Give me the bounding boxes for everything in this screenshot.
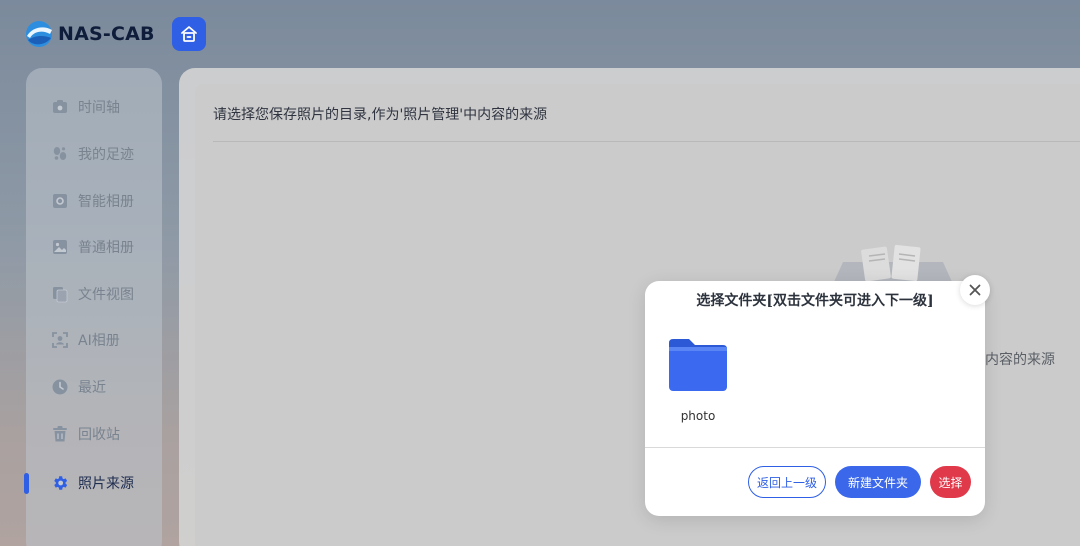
timeline-icon xyxy=(51,98,69,116)
sidebar-item-label: 智能相册 xyxy=(78,194,134,210)
select-button[interactable]: 选择 xyxy=(930,466,971,498)
sidebar-item-ai-album[interactable]: AI相册 xyxy=(26,323,162,357)
sidebar-item-recent[interactable]: 最近 xyxy=(26,370,162,404)
sidebar-item-trash[interactable]: 回收站 xyxy=(26,417,162,451)
divider xyxy=(645,447,985,448)
sidebar-item-timeline[interactable]: 时间轴 xyxy=(26,90,162,124)
page-title: 请选择您保存照片的目录,作为'照片管理'中内容的来源 xyxy=(213,107,548,123)
dialog-title: 选择文件夹[双击文件夹可进入下一级] xyxy=(696,293,934,309)
folder-name: photo xyxy=(680,409,716,423)
nas-cab-logo-icon xyxy=(26,21,52,47)
sidebar-item-file-view[interactable]: 文件视图 xyxy=(26,277,162,311)
clock-icon xyxy=(51,378,69,396)
sidebar-item-label: 回收站 xyxy=(78,427,120,443)
home-button[interactable] xyxy=(172,17,206,51)
gear-icon xyxy=(51,474,69,492)
active-indicator xyxy=(24,473,29,494)
folder-item[interactable]: photo xyxy=(665,337,731,429)
home-icon xyxy=(181,26,197,42)
sidebar-item-normal-album[interactable]: 普通相册 xyxy=(26,230,162,264)
sidebar-item-label: AI相册 xyxy=(78,333,120,349)
sidebar-item-smart-album[interactable]: 智能相册 xyxy=(26,184,162,218)
logo: NAS-CAB xyxy=(24,19,155,49)
sidebar-item-label: 时间轴 xyxy=(78,100,120,116)
file-view-icon xyxy=(51,285,69,303)
sidebar-item-label: 最近 xyxy=(78,380,106,396)
image-icon xyxy=(51,238,69,256)
smart-album-icon xyxy=(51,192,69,210)
sidebar-item-label: 照片来源 xyxy=(78,476,134,492)
sidebar-item-photo-source[interactable]: 照片来源 xyxy=(24,466,162,500)
folder-picker-dialog: 选择文件夹[双击文件夹可进入下一级] photo 返回上一级 新建文件夹 选择 xyxy=(645,275,990,516)
new-folder-button[interactable]: 新建文件夹 xyxy=(835,466,921,498)
logo-text: NAS-CAB xyxy=(58,23,155,45)
back-button[interactable]: 返回上一级 xyxy=(748,466,826,498)
divider xyxy=(213,141,1080,142)
sidebar-item-label: 普通相册 xyxy=(78,240,134,256)
sidebar-item-label: 我的足迹 xyxy=(78,147,134,163)
empty-hint-text: 内容的来源 xyxy=(985,352,1055,368)
trash-icon xyxy=(51,425,69,443)
sidebar-item-label: 文件视图 xyxy=(78,287,134,303)
ai-face-icon xyxy=(51,331,69,349)
folder-icon xyxy=(669,339,727,391)
close-button[interactable] xyxy=(960,275,990,305)
close-icon xyxy=(969,284,981,296)
empty-documents-icon xyxy=(833,244,953,284)
sidebar-item-footprint[interactable]: 我的足迹 xyxy=(26,137,162,171)
footprint-icon xyxy=(51,145,69,163)
sidebar: 时间轴 我的足迹 智能相册 普通相册 文件视图 AI相册 最近 回收站 照片来源 xyxy=(24,68,162,546)
